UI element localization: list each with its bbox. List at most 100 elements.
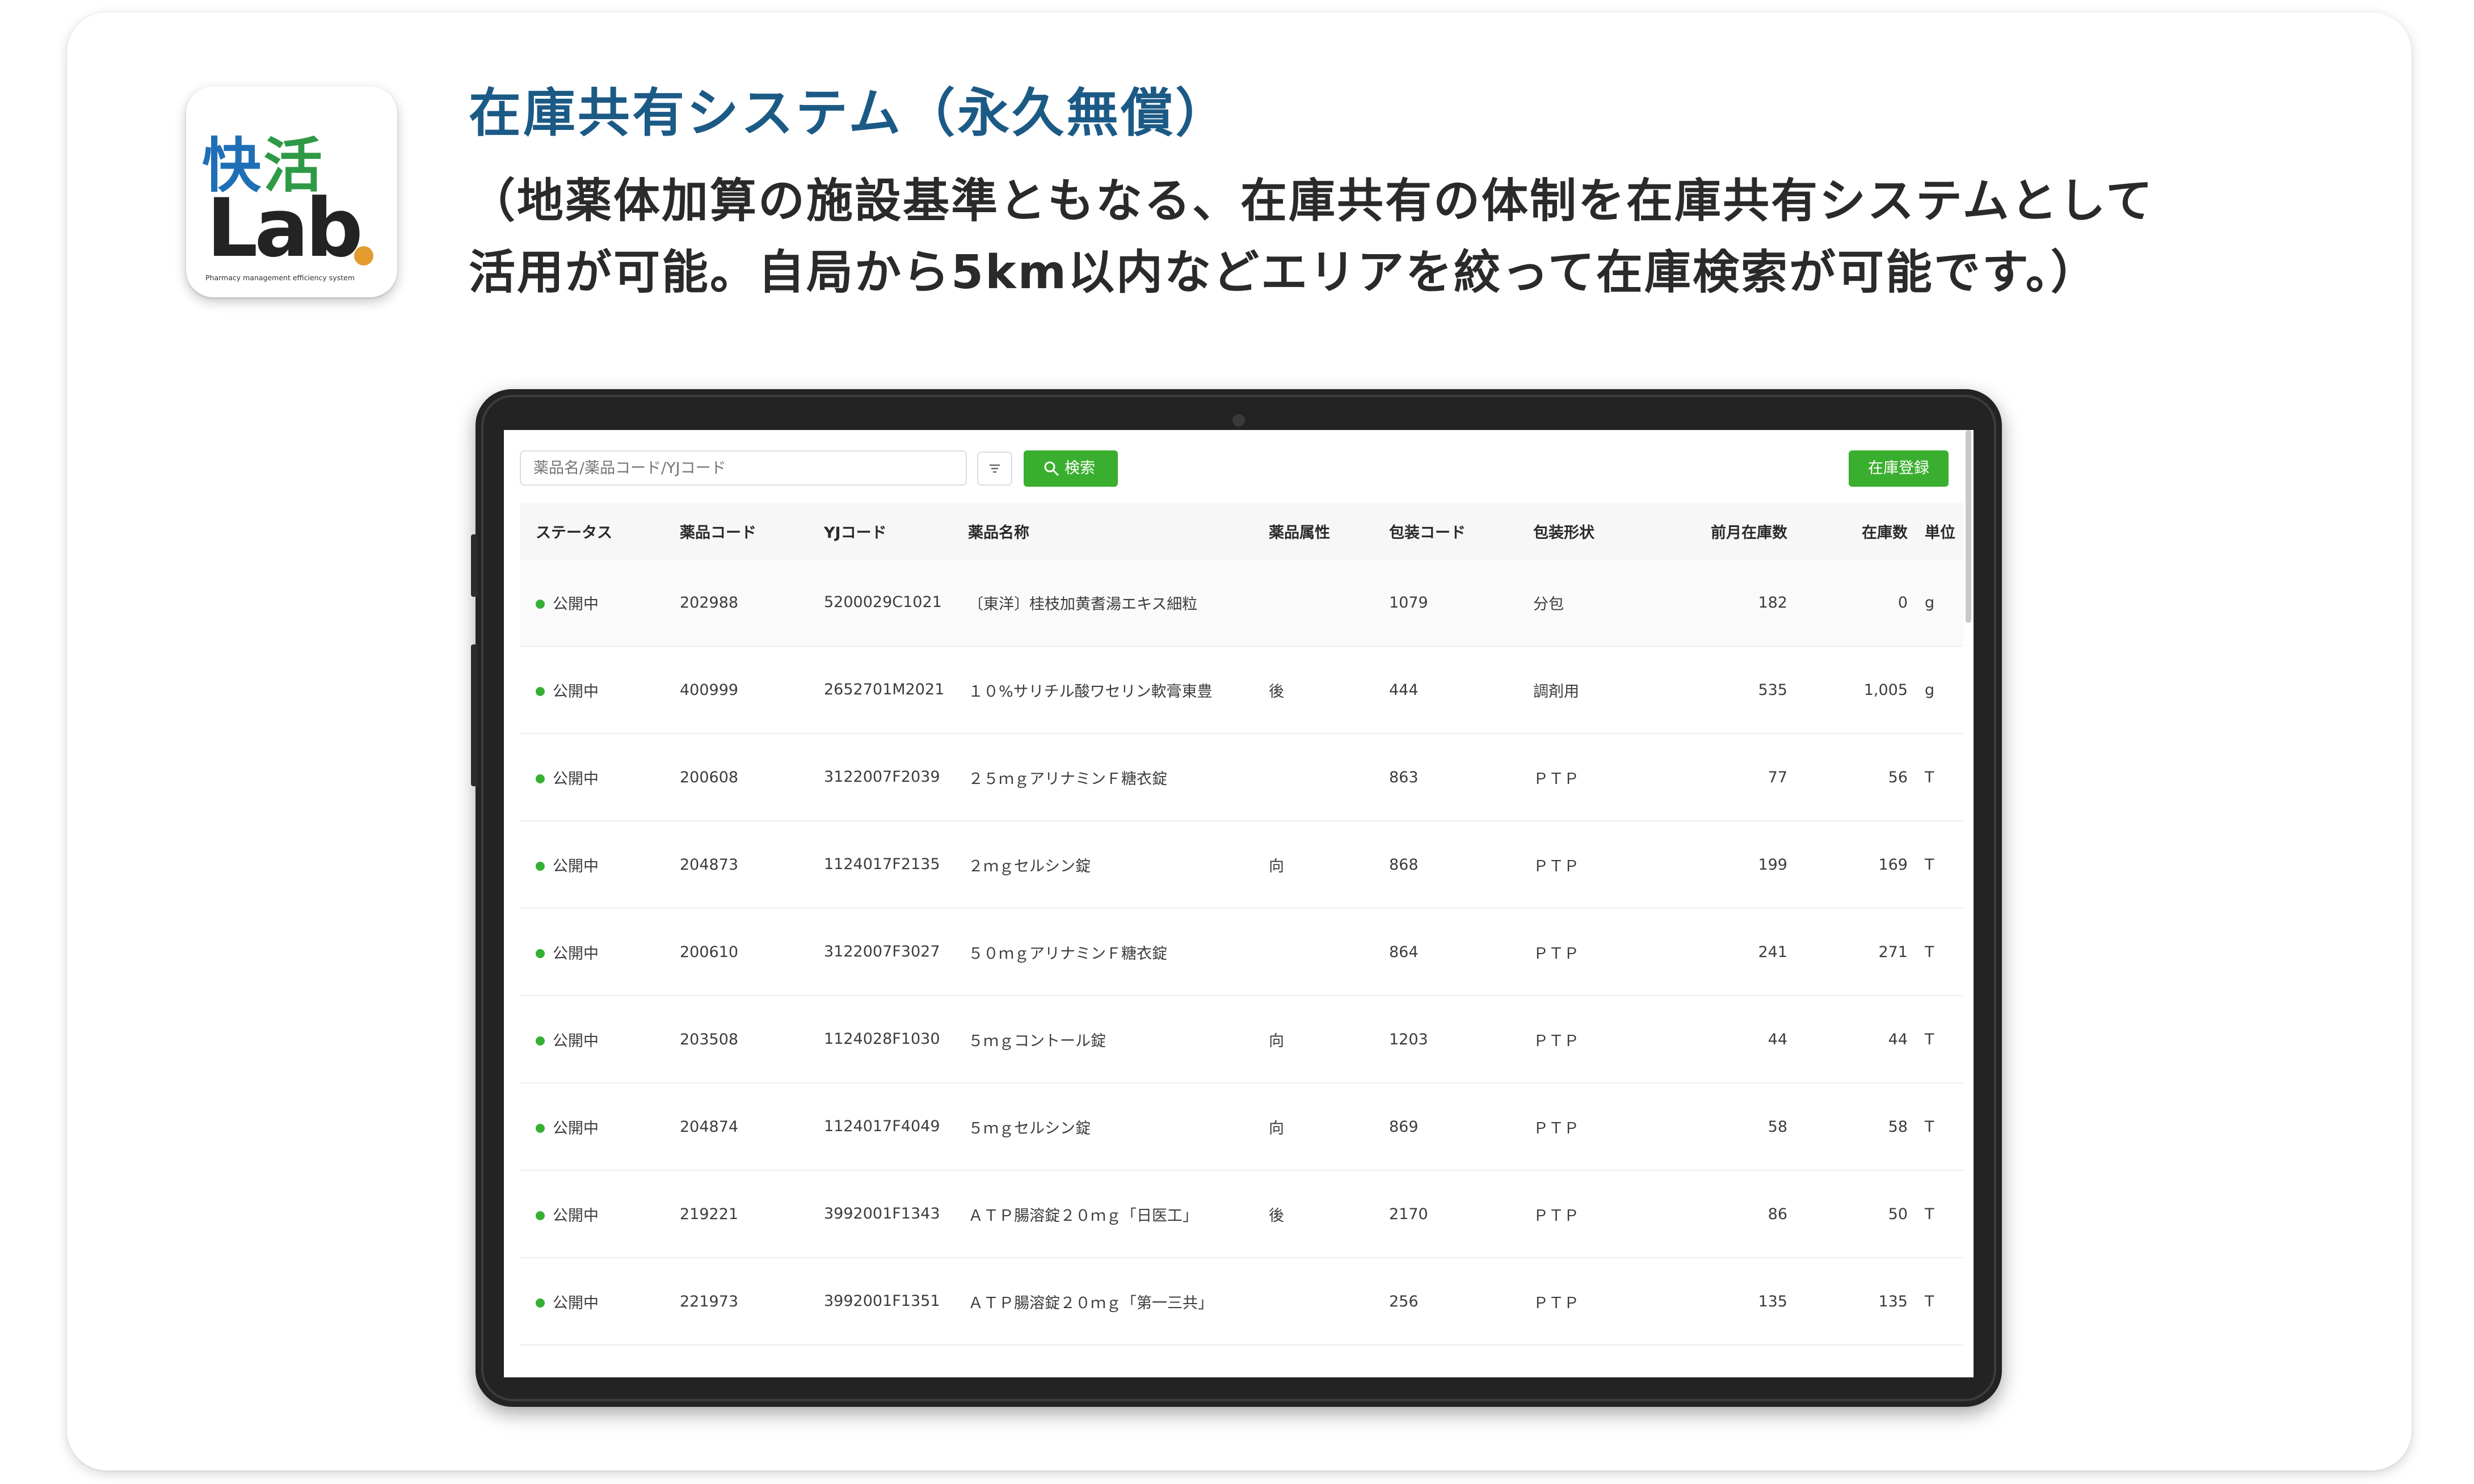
column-header-attr[interactable]: 薬品属性 xyxy=(1253,503,1373,559)
status-label: 公開中 xyxy=(553,1207,599,1225)
column-header-pack-shape[interactable]: 包装形状 xyxy=(1517,503,1661,559)
cell-name: ＡＴＰ腸溶錠２０ｍｇ「第一三共」 xyxy=(952,1258,1253,1346)
status-dot-icon xyxy=(536,774,545,783)
search-button[interactable]: 検索 xyxy=(1024,450,1118,487)
cell-attr: 後 xyxy=(1253,1170,1373,1258)
cell-stock: 135 xyxy=(1802,1258,1922,1346)
cell-name: ＡＴＰ腸溶錠２０ｍｇ「日医工」 xyxy=(952,1170,1253,1258)
volume-button xyxy=(471,534,478,597)
cell-yj: 2652701M2021 xyxy=(808,646,952,734)
status-label: 公開中 xyxy=(553,945,599,963)
status-dot-icon xyxy=(536,948,545,958)
column-header-stock[interactable]: 在庫数 xyxy=(1802,503,1922,559)
cell-unit: T xyxy=(1922,821,1963,909)
column-header-status[interactable]: ステータス xyxy=(520,503,664,559)
table-header-row: ステータス 薬品コード YJコード 薬品名称 薬品属性 包装コード 包装形状 前… xyxy=(520,503,1963,559)
cell-yj: 1124028F1030 xyxy=(808,996,952,1084)
cell-attr: 向 xyxy=(1253,996,1373,1084)
camera-icon xyxy=(1232,414,1245,427)
cell-code: 202988 xyxy=(664,559,808,647)
register-stock-button[interactable]: 在庫登録 xyxy=(1849,450,1949,487)
cell-pack-code: 1203 xyxy=(1373,996,1517,1084)
status-dot-icon xyxy=(536,1211,545,1220)
cell-attr: 向 xyxy=(1253,821,1373,909)
cell-code: 221973 xyxy=(664,1258,808,1346)
table-row[interactable]: 公開中 203508 1124028F1030 ５ｍｇコントール錠向 1203 ＰＴＰ 44… xyxy=(520,996,1963,1084)
filter-icon xyxy=(990,464,1000,473)
cell-stock: 1,005 xyxy=(1802,646,1922,734)
table-body: 公開中 202988 5200029C1021 〔東洋〕桂枝加黄耆湯エキス細粒 1079… xyxy=(520,559,1963,1346)
cell-pack-code: 863 xyxy=(1373,733,1517,821)
cell-prev-stock: 86 xyxy=(1661,1170,1802,1258)
cell-pack-shape: 調剤用 xyxy=(1517,646,1661,734)
cell-stock: 271 xyxy=(1802,908,1922,996)
cell-status: 公開中 xyxy=(520,559,664,647)
status-label: 公開中 xyxy=(553,1294,599,1312)
cell-yj: 3992001F1351 xyxy=(808,1258,952,1346)
cell-pack-shape: ＰＴＰ xyxy=(1517,733,1661,821)
status-label: 公開中 xyxy=(553,857,599,875)
power-button xyxy=(471,644,478,786)
cell-stock: 50 xyxy=(1802,1170,1922,1258)
cell-name: ５０ｍｇアリナミンＦ糖衣錠 xyxy=(952,908,1253,996)
cell-unit: T xyxy=(1922,908,1963,996)
search-input[interactable] xyxy=(520,450,967,486)
cell-unit: T xyxy=(1922,1258,1963,1346)
cell-yj: 3992001F1343 xyxy=(808,1170,952,1258)
table-row[interactable]: 公開中 200608 3122007F2039 ２５ｍｇアリナミンＦ糖衣錠 863 ＰＴＰ… xyxy=(520,733,1963,821)
cell-prev-stock: 77 xyxy=(1661,733,1802,821)
cell-unit: g xyxy=(1922,646,1963,734)
cell-code: 200610 xyxy=(664,908,808,996)
table-row[interactable]: 公開中 221973 3992001F1351 ＡＴＰ腸溶錠２０ｍｇ「第一三共」 256… xyxy=(520,1258,1963,1346)
cell-status: 公開中 xyxy=(520,733,664,821)
table-row[interactable]: 公開中 204874 1124017F4049 ５ｍｇセルシン錠向 869 ＰＴＰ 58 58… xyxy=(520,1083,1963,1171)
cell-pack-shape: 分包 xyxy=(1517,559,1661,647)
status-dot-icon xyxy=(536,1123,545,1133)
cell-pack-code: 869 xyxy=(1373,1083,1517,1171)
cell-unit: g xyxy=(1922,559,1963,647)
status-label: 公開中 xyxy=(553,682,599,701)
cell-attr xyxy=(1253,908,1373,996)
search-button-label: 検索 xyxy=(1065,459,1095,477)
cell-unit: T xyxy=(1922,733,1963,821)
cell-yj: 1124017F4049 xyxy=(808,1083,952,1171)
cell-name: ５ｍｇセルシン錠 xyxy=(952,1083,1253,1171)
cell-pack-code: 444 xyxy=(1373,646,1517,734)
column-header-name[interactable]: 薬品名称 xyxy=(952,503,1253,559)
status-dot-icon xyxy=(536,1036,545,1045)
column-header-yj[interactable]: YJコード xyxy=(808,503,952,559)
cell-pack-code: 2170 xyxy=(1373,1170,1517,1258)
table-row[interactable]: 公開中 200610 3122007F3027 ５０ｍｇアリナミンＦ糖衣錠 864 ＰＴＰ… xyxy=(520,908,1963,996)
cell-pack-shape: ＰＴＰ xyxy=(1517,996,1661,1084)
scrollbar[interactable] xyxy=(1966,430,1971,623)
table-row[interactable]: 公開中 202988 5200029C1021 〔東洋〕桂枝加黄耆湯エキス細粒 1079… xyxy=(520,559,1963,647)
table-row[interactable]: 公開中 219221 3992001F1343 ＡＴＰ腸溶錠２０ｍｇ「日医工」後 217… xyxy=(520,1170,1963,1258)
app-logo: 快 活 Lab Pharmacy management efficiency s… xyxy=(186,86,397,297)
status-dot-icon xyxy=(536,686,545,696)
column-header-pack-code[interactable]: 包装コード xyxy=(1373,503,1517,559)
cell-unit: T xyxy=(1922,1083,1963,1171)
cell-status: 公開中 xyxy=(520,1258,664,1346)
cell-prev-stock: 135 xyxy=(1661,1258,1802,1346)
logo-word: Lab xyxy=(207,182,363,275)
status-dot-icon xyxy=(536,861,545,871)
cell-prev-stock: 241 xyxy=(1661,908,1802,996)
cell-pack-shape: ＰＴＰ xyxy=(1517,1170,1661,1258)
table-row[interactable]: 公開中 204873 1124017F2135 ２ｍｇセルシン錠向 868 ＰＴＰ 199 1… xyxy=(520,821,1963,909)
cell-yj: 5200029C1021 xyxy=(808,559,952,647)
column-header-prev-stock[interactable]: 前月在庫数 xyxy=(1661,503,1802,559)
column-header-code[interactable]: 薬品コード xyxy=(664,503,808,559)
cell-prev-stock: 199 xyxy=(1661,821,1802,909)
cell-prev-stock: 182 xyxy=(1661,559,1802,647)
cell-status: 公開中 xyxy=(520,821,664,909)
cell-yj: 3122007F2039 xyxy=(808,733,952,821)
status-label: 公開中 xyxy=(553,770,599,788)
filter-button[interactable] xyxy=(977,452,1012,486)
cell-stock: 58 xyxy=(1802,1083,1922,1171)
cell-pack-shape: ＰＴＰ xyxy=(1517,908,1661,996)
table-row[interactable]: 公開中 400999 2652701M2021 １０%サリチル酸ワセリン軟膏東豊後 44… xyxy=(520,646,1963,734)
cell-status: 公開中 xyxy=(520,1083,664,1171)
column-header-unit[interactable]: 単位 xyxy=(1922,503,1963,559)
cell-attr: 後 xyxy=(1253,646,1373,734)
cell-name: ２５ｍｇアリナミンＦ糖衣錠 xyxy=(952,733,1253,821)
